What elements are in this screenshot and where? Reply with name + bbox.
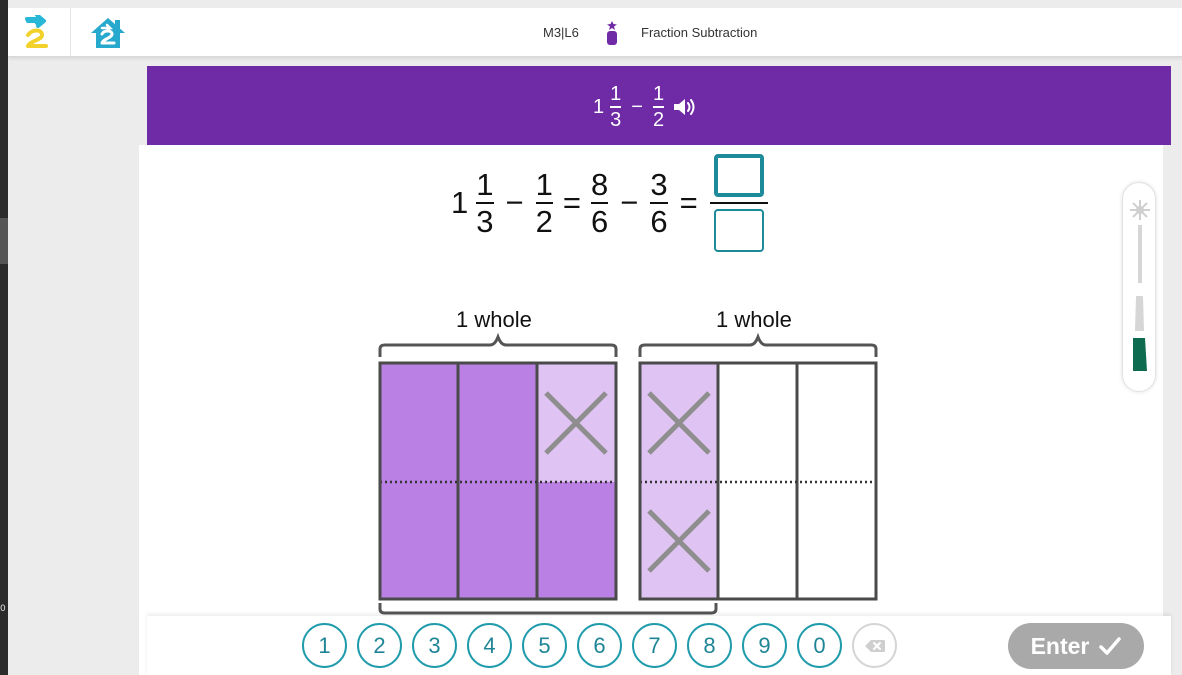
- prompt-numerator-2: 1: [652, 83, 665, 106]
- key-1[interactable]: 1: [302, 623, 347, 668]
- edge-marker: [0, 218, 8, 264]
- key-0[interactable]: 0: [797, 623, 842, 668]
- number-keypad: 1 2 3 4 5 6 7 8 9 0 Enter: [147, 616, 1171, 675]
- key-7[interactable]: 7: [632, 623, 677, 668]
- left-whole-cell: [380, 482, 458, 599]
- right-whole-cell: [718, 482, 797, 599]
- lesson-code: M3|L6: [543, 25, 579, 40]
- prompt-operator: −: [631, 95, 643, 118]
- prompt-denominator-2: 2: [652, 108, 665, 131]
- key-9[interactable]: 9: [742, 623, 787, 668]
- left-whole-cell: [537, 482, 616, 599]
- toolbar-divider: [70, 8, 71, 57]
- enter-button[interactable]: Enter: [1008, 623, 1144, 669]
- key-4[interactable]: 4: [467, 623, 512, 668]
- key-2[interactable]: 2: [357, 623, 402, 668]
- key-3[interactable]: 3: [412, 623, 457, 668]
- backspace-button[interactable]: [852, 623, 897, 668]
- enter-label: Enter: [1030, 632, 1090, 659]
- prompt-numerator-1: 1: [610, 83, 622, 106]
- brace-top-right: [638, 332, 878, 357]
- brace-top-left: [378, 332, 618, 357]
- edge-text: 0: [0, 604, 6, 614]
- fraction-model: [378, 332, 878, 615]
- prompt-fraction-1: 1 3: [610, 83, 622, 131]
- prompt-fraction-2: 1 2: [652, 83, 665, 131]
- problem-expression: 1 1 3 − 1 2: [593, 82, 698, 132]
- problem-banner: 1 1 3 − 1 2: [147, 66, 1171, 145]
- top-bar: M3|L6 Fraction Subtraction: [8, 8, 1182, 57]
- key-8[interactable]: 8: [687, 623, 732, 668]
- checkmark-icon: [1099, 637, 1122, 655]
- lesson-marker-icon: [607, 21, 617, 45]
- right-whole-cell: [718, 363, 797, 482]
- star-icon: [1130, 200, 1150, 371]
- backspace-icon: [864, 639, 885, 652]
- speaker-icon[interactable]: [672, 96, 698, 118]
- lesson-title: Fraction Subtraction: [641, 25, 758, 40]
- left-whole-cell: [380, 363, 458, 482]
- key-5[interactable]: 5: [522, 623, 567, 668]
- right-whole-cell: [797, 482, 876, 599]
- right-whole-cell: [797, 363, 876, 482]
- window-edge: 0: [0, 0, 8, 675]
- fraction-bar: [610, 106, 622, 108]
- prompt-whole: 1: [593, 95, 605, 118]
- next-arrow-icon[interactable]: [24, 15, 54, 49]
- left-whole-cell: [458, 363, 537, 482]
- fraction-bar: [652, 106, 665, 108]
- key-6[interactable]: 6: [577, 623, 622, 668]
- home-icon[interactable]: [88, 15, 128, 51]
- brace-bottom: [378, 603, 718, 615]
- progress-meter: [1122, 182, 1156, 392]
- prompt-denominator-1: 3: [610, 108, 622, 131]
- work-area: 1 1 3 − 1 2 = 8 6 − 3 6 = 1 whole 1 whol…: [139, 145, 1163, 675]
- left-whole-cell: [458, 482, 537, 599]
